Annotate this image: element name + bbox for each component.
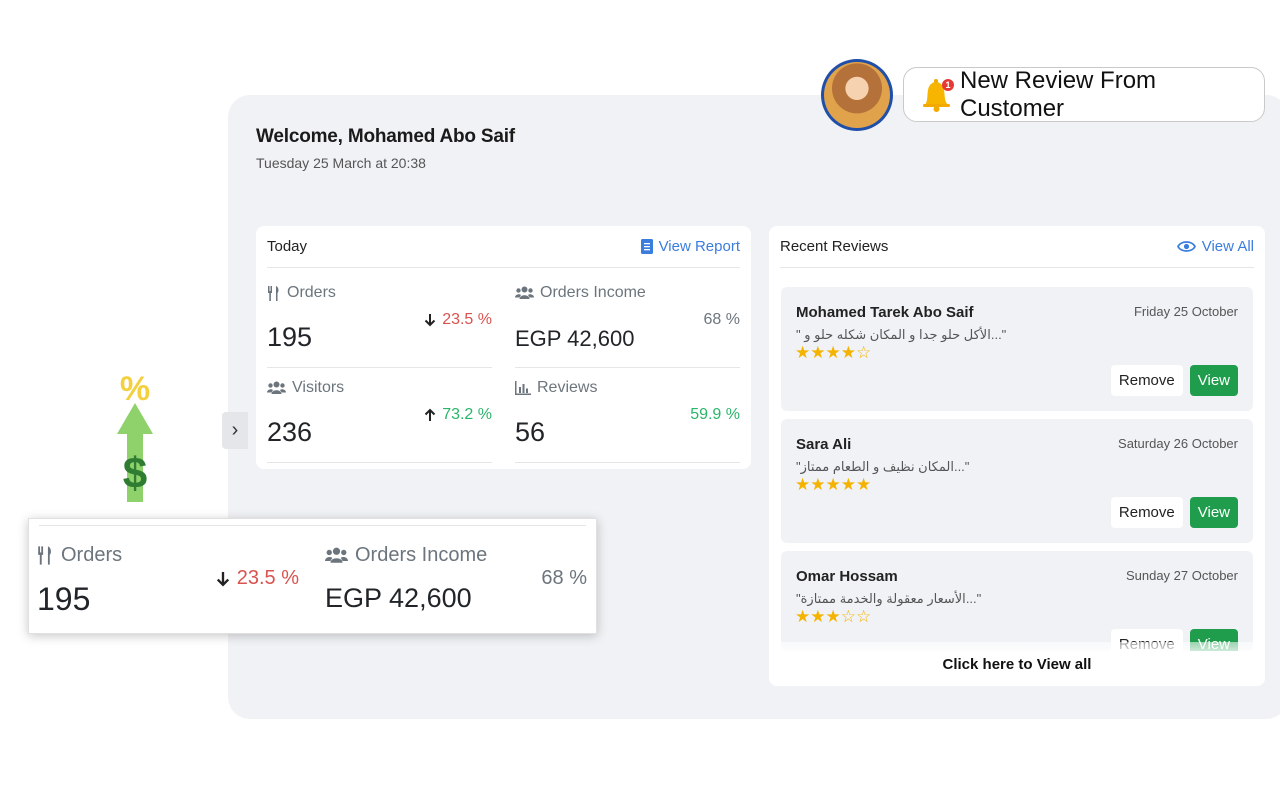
notification-text: New Review From Customer bbox=[960, 66, 1157, 122]
arrow-down-icon bbox=[216, 571, 229, 586]
eye-icon bbox=[1176, 241, 1196, 252]
zoom-orders-change: 23.5 % bbox=[236, 567, 299, 589]
reviews-stat: Reviews 56 59.9 % bbox=[515, 369, 740, 463]
dashboard-canvas: % $ › Welcome, Mohamed Abo Saif Tuesday … bbox=[0, 0, 1280, 800]
remove-review-button[interactable]: Remove bbox=[1110, 497, 1183, 528]
visitors-value: 236 bbox=[267, 417, 313, 447]
reviews-label: Reviews bbox=[537, 379, 598, 396]
utensils-icon bbox=[38, 546, 51, 565]
bar-chart-icon bbox=[515, 381, 531, 395]
orders-value: 195 bbox=[267, 322, 313, 352]
view-report-link[interactable]: View Report bbox=[640, 238, 740, 255]
orders-income-change: 68 % bbox=[703, 311, 740, 328]
remove-review-button[interactable]: Remove bbox=[1110, 365, 1183, 396]
view-review-button[interactable]: View bbox=[1189, 365, 1238, 396]
view-all-footer-button[interactable]: Click here to View all bbox=[769, 642, 1265, 686]
orders-income-value: EGP 42,600 bbox=[515, 326, 635, 351]
notification-badge: 1 bbox=[942, 78, 954, 91]
today-stats-card: Today View Report Orders 195 23.5 % Orde… bbox=[256, 226, 751, 469]
zoom-orders-value: 195 bbox=[37, 581, 91, 617]
reviewer-name: Sara Ali bbox=[796, 436, 852, 453]
view-all-footer-label: Click here to View all bbox=[942, 655, 1092, 673]
zoom-orders-label: Orders bbox=[61, 544, 123, 566]
new-review-notification[interactable]: 1 New Review From Customer bbox=[903, 67, 1265, 122]
recent-reviews-card: Recent Reviews View All Mohamed Tarek Ab… bbox=[769, 226, 1265, 686]
reviewer-name: Omar Hossam bbox=[796, 568, 898, 585]
today-card-header: Today View Report bbox=[267, 226, 740, 268]
reviews-change: 59.9 % bbox=[690, 406, 740, 423]
bell-icon: 1 bbox=[920, 77, 954, 113]
recent-reviews-title: Recent Reviews bbox=[780, 238, 889, 255]
review-text: " الأكل حلو جدا و المكان شكله حلو و..." bbox=[796, 327, 1007, 342]
visitors-change: 73.2 % bbox=[442, 406, 492, 423]
orders-label: Orders bbox=[287, 284, 336, 301]
today-card-title: Today bbox=[267, 238, 308, 255]
orders-zoom-callout: Orders 195 23.5 % Orders Income EGP 42,6… bbox=[28, 518, 597, 634]
growth-illustration-icon: % $ bbox=[110, 370, 160, 505]
avatar-image bbox=[824, 62, 890, 128]
welcome-header: Welcome, Mohamed Abo Saif Tuesday 25 Mar… bbox=[256, 126, 515, 171]
reviews-card-header: Recent Reviews View All bbox=[780, 226, 1254, 268]
view-all-label: View All bbox=[1201, 238, 1254, 255]
chevron-right-icon: › bbox=[231, 419, 239, 441]
arrow-up-icon bbox=[424, 408, 436, 421]
customer-avatar bbox=[821, 59, 893, 131]
review-date: Saturday 26 October bbox=[1118, 436, 1238, 451]
users-icon bbox=[515, 286, 534, 299]
review-text: "المكان نظيف و الطعام ممتاز..." bbox=[796, 459, 970, 474]
review-item: Omar Hossam Sunday 27 October "الأسعار م… bbox=[781, 551, 1253, 651]
view-review-button[interactable]: View bbox=[1189, 497, 1238, 528]
sidebar-expand-button[interactable]: › bbox=[222, 412, 248, 449]
users-icon bbox=[325, 547, 348, 563]
review-date: Sunday 27 October bbox=[1125, 568, 1238, 583]
svg-text:$: $ bbox=[123, 449, 147, 498]
orders-income-stat: Orders Income EGP 42,600 68 % bbox=[515, 274, 740, 368]
users-icon bbox=[267, 381, 286, 394]
orders-change: 23.5 % bbox=[442, 311, 492, 328]
zoom-orders-income-stat: Orders Income EGP 42,600 68 % bbox=[325, 519, 587, 635]
zoom-orders-income-change: 68 % bbox=[541, 567, 587, 589]
review-date: Friday 25 October bbox=[1133, 304, 1238, 319]
visitors-label: Visitors bbox=[292, 379, 345, 396]
current-datetime: Tuesday 25 March at 20:38 bbox=[256, 155, 426, 171]
view-all-link[interactable]: View All bbox=[1176, 238, 1254, 255]
review-item: Mohamed Tarek Abo Saif Friday 25 October… bbox=[781, 287, 1253, 411]
reviews-value: 56 bbox=[515, 417, 546, 447]
review-text: "الأسعار معقولة والخدمة ممتازة..." bbox=[796, 591, 982, 606]
document-icon bbox=[640, 239, 653, 254]
view-report-label: View Report bbox=[658, 238, 740, 255]
reviewer-name: Mohamed Tarek Abo Saif bbox=[796, 304, 974, 321]
star-rating: ★★★★★ bbox=[795, 475, 872, 494]
star-rating: ★★★★☆ bbox=[795, 343, 872, 362]
svg-text:%: % bbox=[120, 370, 150, 408]
arrow-down-icon bbox=[424, 314, 436, 327]
welcome-title: Welcome, Mohamed Abo Saif bbox=[256, 126, 515, 147]
orders-income-label: Orders Income bbox=[540, 284, 646, 301]
utensils-icon bbox=[268, 285, 279, 301]
star-rating: ★★★☆☆ bbox=[795, 607, 872, 626]
zoom-orders-stat: Orders 195 23.5 % bbox=[37, 519, 299, 635]
review-item: Sara Ali Saturday 26 October "المكان نظي… bbox=[781, 419, 1253, 543]
orders-stat: Orders 195 23.5 % bbox=[267, 274, 492, 368]
zoom-orders-income-value: EGP 42,600 bbox=[325, 583, 472, 613]
zoom-orders-income-label: Orders Income bbox=[355, 544, 488, 566]
visitors-stat: Visitors 236 73.2 % bbox=[267, 369, 492, 463]
